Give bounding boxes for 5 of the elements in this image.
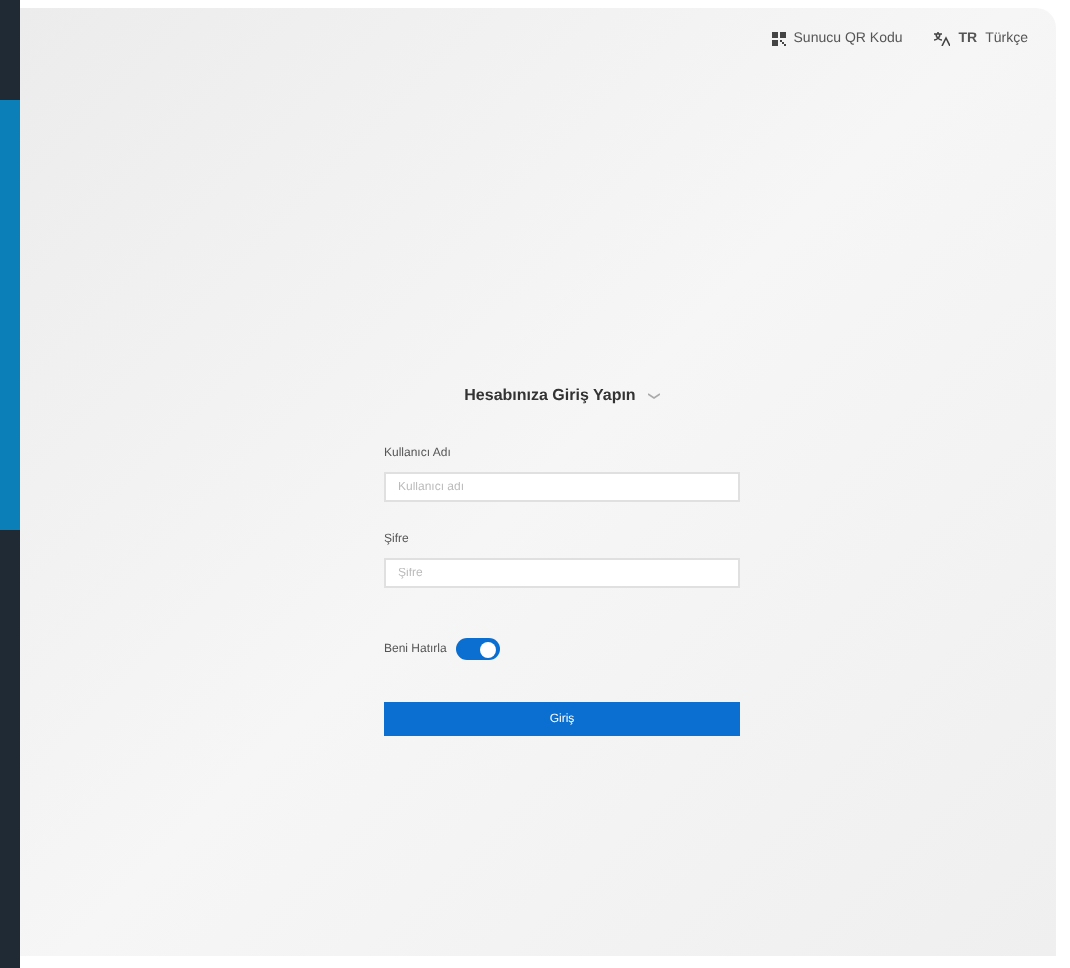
translate-icon: [934, 32, 951, 46]
chevron-icon: [647, 391, 660, 399]
qr-code-icon: [771, 32, 786, 46]
login-title: Hesabınıza Giriş Yapın: [464, 386, 636, 404]
remember-me-toggle[interactable]: [456, 638, 501, 660]
